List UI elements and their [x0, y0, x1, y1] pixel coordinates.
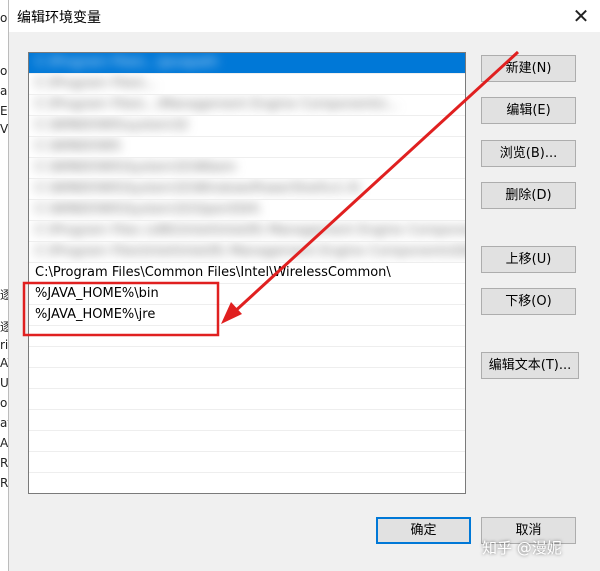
new-button[interactable]: 新建(N) [481, 55, 576, 82]
path-list-item-text: C:\WINDOWS\System32\OpenSSH\ [35, 202, 260, 217]
path-list-item[interactable]: C:\Program Files\...\javapath [29, 53, 465, 74]
path-list-item[interactable]: C:\WINDOWS\system32 [29, 116, 465, 137]
watermark: 知乎 @漫妮 [482, 539, 562, 557]
path-list-item-text: %JAVA_HOME%\jre [35, 307, 156, 322]
delete-button[interactable]: 删除(D) [481, 182, 576, 209]
background-text: o [0, 64, 8, 78]
path-list-item[interactable]: C:\WINDOWS [29, 137, 465, 158]
path-list-item-text: C:\Program Files\...\javapath [35, 55, 219, 70]
path-list-item-text: C:\Program Files\...\Management Engine C… [35, 97, 399, 112]
path-list-item-text: C:\WINDOWS [35, 139, 121, 154]
path-list-item[interactable] [29, 452, 465, 473]
path-list-item[interactable] [29, 347, 465, 368]
dialog-title: 编辑环境变量 [17, 10, 101, 26]
path-list-item[interactable] [29, 473, 465, 493]
path-list-item[interactable]: C:\Program Files\Common Files\Intel\Wire… [29, 263, 465, 284]
path-list-item-text: C:\Program Files\Intel\Intel(R) Manageme… [35, 244, 465, 259]
title-bar[interactable]: 编辑环境变量 ✕ [9, 0, 600, 32]
path-list-item-text: C:\WINDOWS\system32 [35, 118, 189, 133]
path-list-item-text: %JAVA_HOME%\bin [35, 286, 159, 301]
edit-button[interactable]: 编辑(E) [481, 97, 576, 124]
path-list-item-text: C:\WINDOWS\System32\Wbem [35, 160, 237, 175]
move-down-button[interactable]: 下移(O) [481, 288, 576, 315]
edit-text-button[interactable]: 编辑文本(T)... [481, 352, 579, 379]
path-list-item-text: C:\Program Files\Common Files\Intel\Wire… [35, 265, 391, 280]
browse-button[interactable]: 浏览(B)... [481, 140, 576, 167]
path-list-item[interactable] [29, 389, 465, 410]
path-list-item-text: C:\Program Files (x86)\Intel\Intel(R) Ma… [35, 223, 465, 238]
move-up-button[interactable]: 上移(U) [481, 246, 576, 273]
background-text: a [0, 84, 8, 98]
background-text: A [0, 436, 9, 450]
path-list-item-text: C:\Program Files\... [35, 76, 158, 91]
background-text: o [0, 11, 8, 25]
close-button[interactable]: ✕ [569, 4, 593, 28]
path-list-item[interactable] [29, 410, 465, 431]
close-icon: ✕ [572, 4, 590, 28]
path-list-item[interactable]: C:\WINDOWS\System32\WindowsPowerShell\v1… [29, 179, 465, 200]
edit-env-variable-dialog: 编辑环境变量 ✕ C:\Program Files\...\javapath C:… [8, 0, 600, 571]
path-list-item[interactable]: %JAVA_HOME%\bin [29, 284, 465, 305]
ok-button[interactable]: 确定 [376, 517, 471, 544]
background-text: V [0, 122, 9, 136]
path-list-item[interactable]: C:\Program Files\Intel\Intel(R) Manageme… [29, 242, 465, 263]
background-text: E [0, 104, 8, 118]
path-list-item[interactable]: C:\Program Files\...\Management Engine C… [29, 95, 465, 116]
path-list-item[interactable]: %JAVA_HOME%\jre [29, 305, 465, 326]
path-list-item[interactable] [29, 326, 465, 347]
path-list-item[interactable]: C:\WINDOWS\System32\Wbem [29, 158, 465, 179]
path-list-item[interactable] [29, 368, 465, 389]
path-list-item[interactable]: C:\Program Files\... [29, 74, 465, 95]
path-list-item[interactable] [29, 431, 465, 452]
path-list-item[interactable]: C:\WINDOWS\System32\OpenSSH\ [29, 200, 465, 221]
path-list-item-text: C:\WINDOWS\System32\WindowsPowerShell\v1… [35, 181, 361, 196]
path-list-item[interactable]: C:\Program Files (x86)\Intel\Intel(R) Ma… [29, 221, 465, 242]
path-list[interactable]: C:\Program Files\...\javapath C:\Program … [28, 52, 466, 494]
